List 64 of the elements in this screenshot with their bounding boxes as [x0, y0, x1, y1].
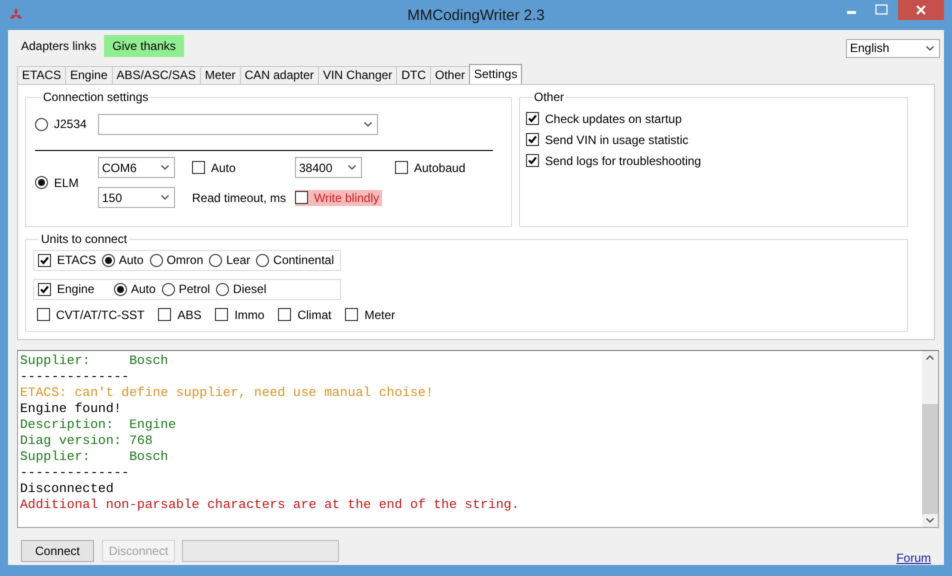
log-line: Engine found! [20, 401, 122, 418]
radio-option[interactable]: J2534 [35, 117, 98, 132]
log-line: Supplier: Bosch [20, 353, 170, 370]
language-dropdown[interactable]: English [846, 38, 940, 58]
log-line: Additional non-parsable characters are at the end of the string. [20, 497, 520, 514]
device-dropdown[interactable] [98, 114, 378, 135]
checkbox-option[interactable]: Autobaud [395, 160, 505, 175]
radio-option[interactable]: Auto [114, 282, 156, 296]
radio-option[interactable]: ELM [35, 176, 98, 190]
port-dropdown[interactable]: COM6 [98, 157, 175, 178]
checkbox-option[interactable]: Climat [278, 308, 332, 322]
chevron-up-icon[interactable] [926, 355, 934, 360]
checkmark-icon [39, 284, 50, 295]
close-icon[interactable] [898, 0, 944, 20]
chevron-down-icon [364, 122, 372, 127]
tab[interactable]: Engine [65, 66, 112, 84]
radio-option[interactable]: Lear [209, 253, 250, 268]
tab[interactable]: ETACS [17, 66, 66, 84]
radio-option[interactable]: Diesel [216, 282, 266, 296]
checkmark-icon [39, 254, 50, 266]
group-title: Units to connect [40, 232, 128, 246]
chevron-down-icon [161, 195, 169, 200]
chevron-down-icon [161, 165, 169, 170]
checkmark-icon [527, 113, 538, 124]
window-title: MMCodingWriter 2.3 [407, 7, 545, 24]
tab[interactable]: CAN adapter [240, 66, 319, 84]
log-line: Diag version: 768 [20, 433, 154, 450]
checkbox-option[interactable]: ETACS [38, 253, 102, 268]
log-line: Supplier: Bosch [20, 449, 170, 466]
log-line: ETACS: can't define supplier, need use manual choise! [20, 385, 434, 402]
log-line: -------------- [20, 465, 130, 482]
log-line: -------------- [20, 369, 130, 386]
chevron-down-icon [926, 46, 934, 51]
checkbox-option[interactable]: Engine [38, 282, 114, 296]
chevron-down-icon [348, 165, 356, 170]
log-line: Disconnected [20, 481, 115, 498]
menu-item[interactable]: Give thanks [104, 35, 184, 58]
menu-item[interactable]: Adapters links [13, 35, 104, 58]
checkmark-icon [527, 134, 538, 146]
checkbox-option[interactable]: Check updates on startup [526, 112, 907, 126]
group-title: Connection settings [42, 90, 150, 104]
checkmark-icon [527, 155, 538, 166]
checkbox-option[interactable]: Meter [345, 308, 396, 322]
radio-option[interactable]: Auto [102, 253, 144, 268]
chevron-down-icon[interactable] [926, 518, 934, 523]
log-line: Description: Engine [20, 417, 178, 434]
radio-option[interactable]: Petrol [162, 282, 210, 296]
checkbox-option[interactable]: CVT/AT/TC-SST [37, 308, 144, 322]
tab[interactable]: Settings [469, 64, 522, 84]
checkbox-option[interactable]: Send VIN in usage statistic [526, 132, 907, 147]
radio-option[interactable]: Continental [256, 253, 334, 268]
footer-button[interactable]: Connect [21, 540, 94, 562]
scrollbar[interactable] [922, 351, 938, 527]
radio-option[interactable]: Omron [150, 253, 204, 268]
checkbox-option[interactable]: Immo [215, 308, 264, 322]
timeout-dropdown[interactable]: 150 [98, 187, 175, 208]
group-title: Other [533, 90, 566, 104]
tab[interactable]: VIN Changer [318, 66, 398, 84]
checkbox-option[interactable]: Auto [192, 160, 295, 175]
baud-dropdown[interactable]: 38400 [295, 157, 362, 178]
checkbox-option[interactable]: Send logs for troubleshooting [526, 154, 907, 168]
forum-link[interactable]: Forum [896, 551, 931, 565]
checkbox-option[interactable]: ABS [158, 308, 202, 322]
timeout-label: Read timeout, ms [192, 190, 288, 205]
